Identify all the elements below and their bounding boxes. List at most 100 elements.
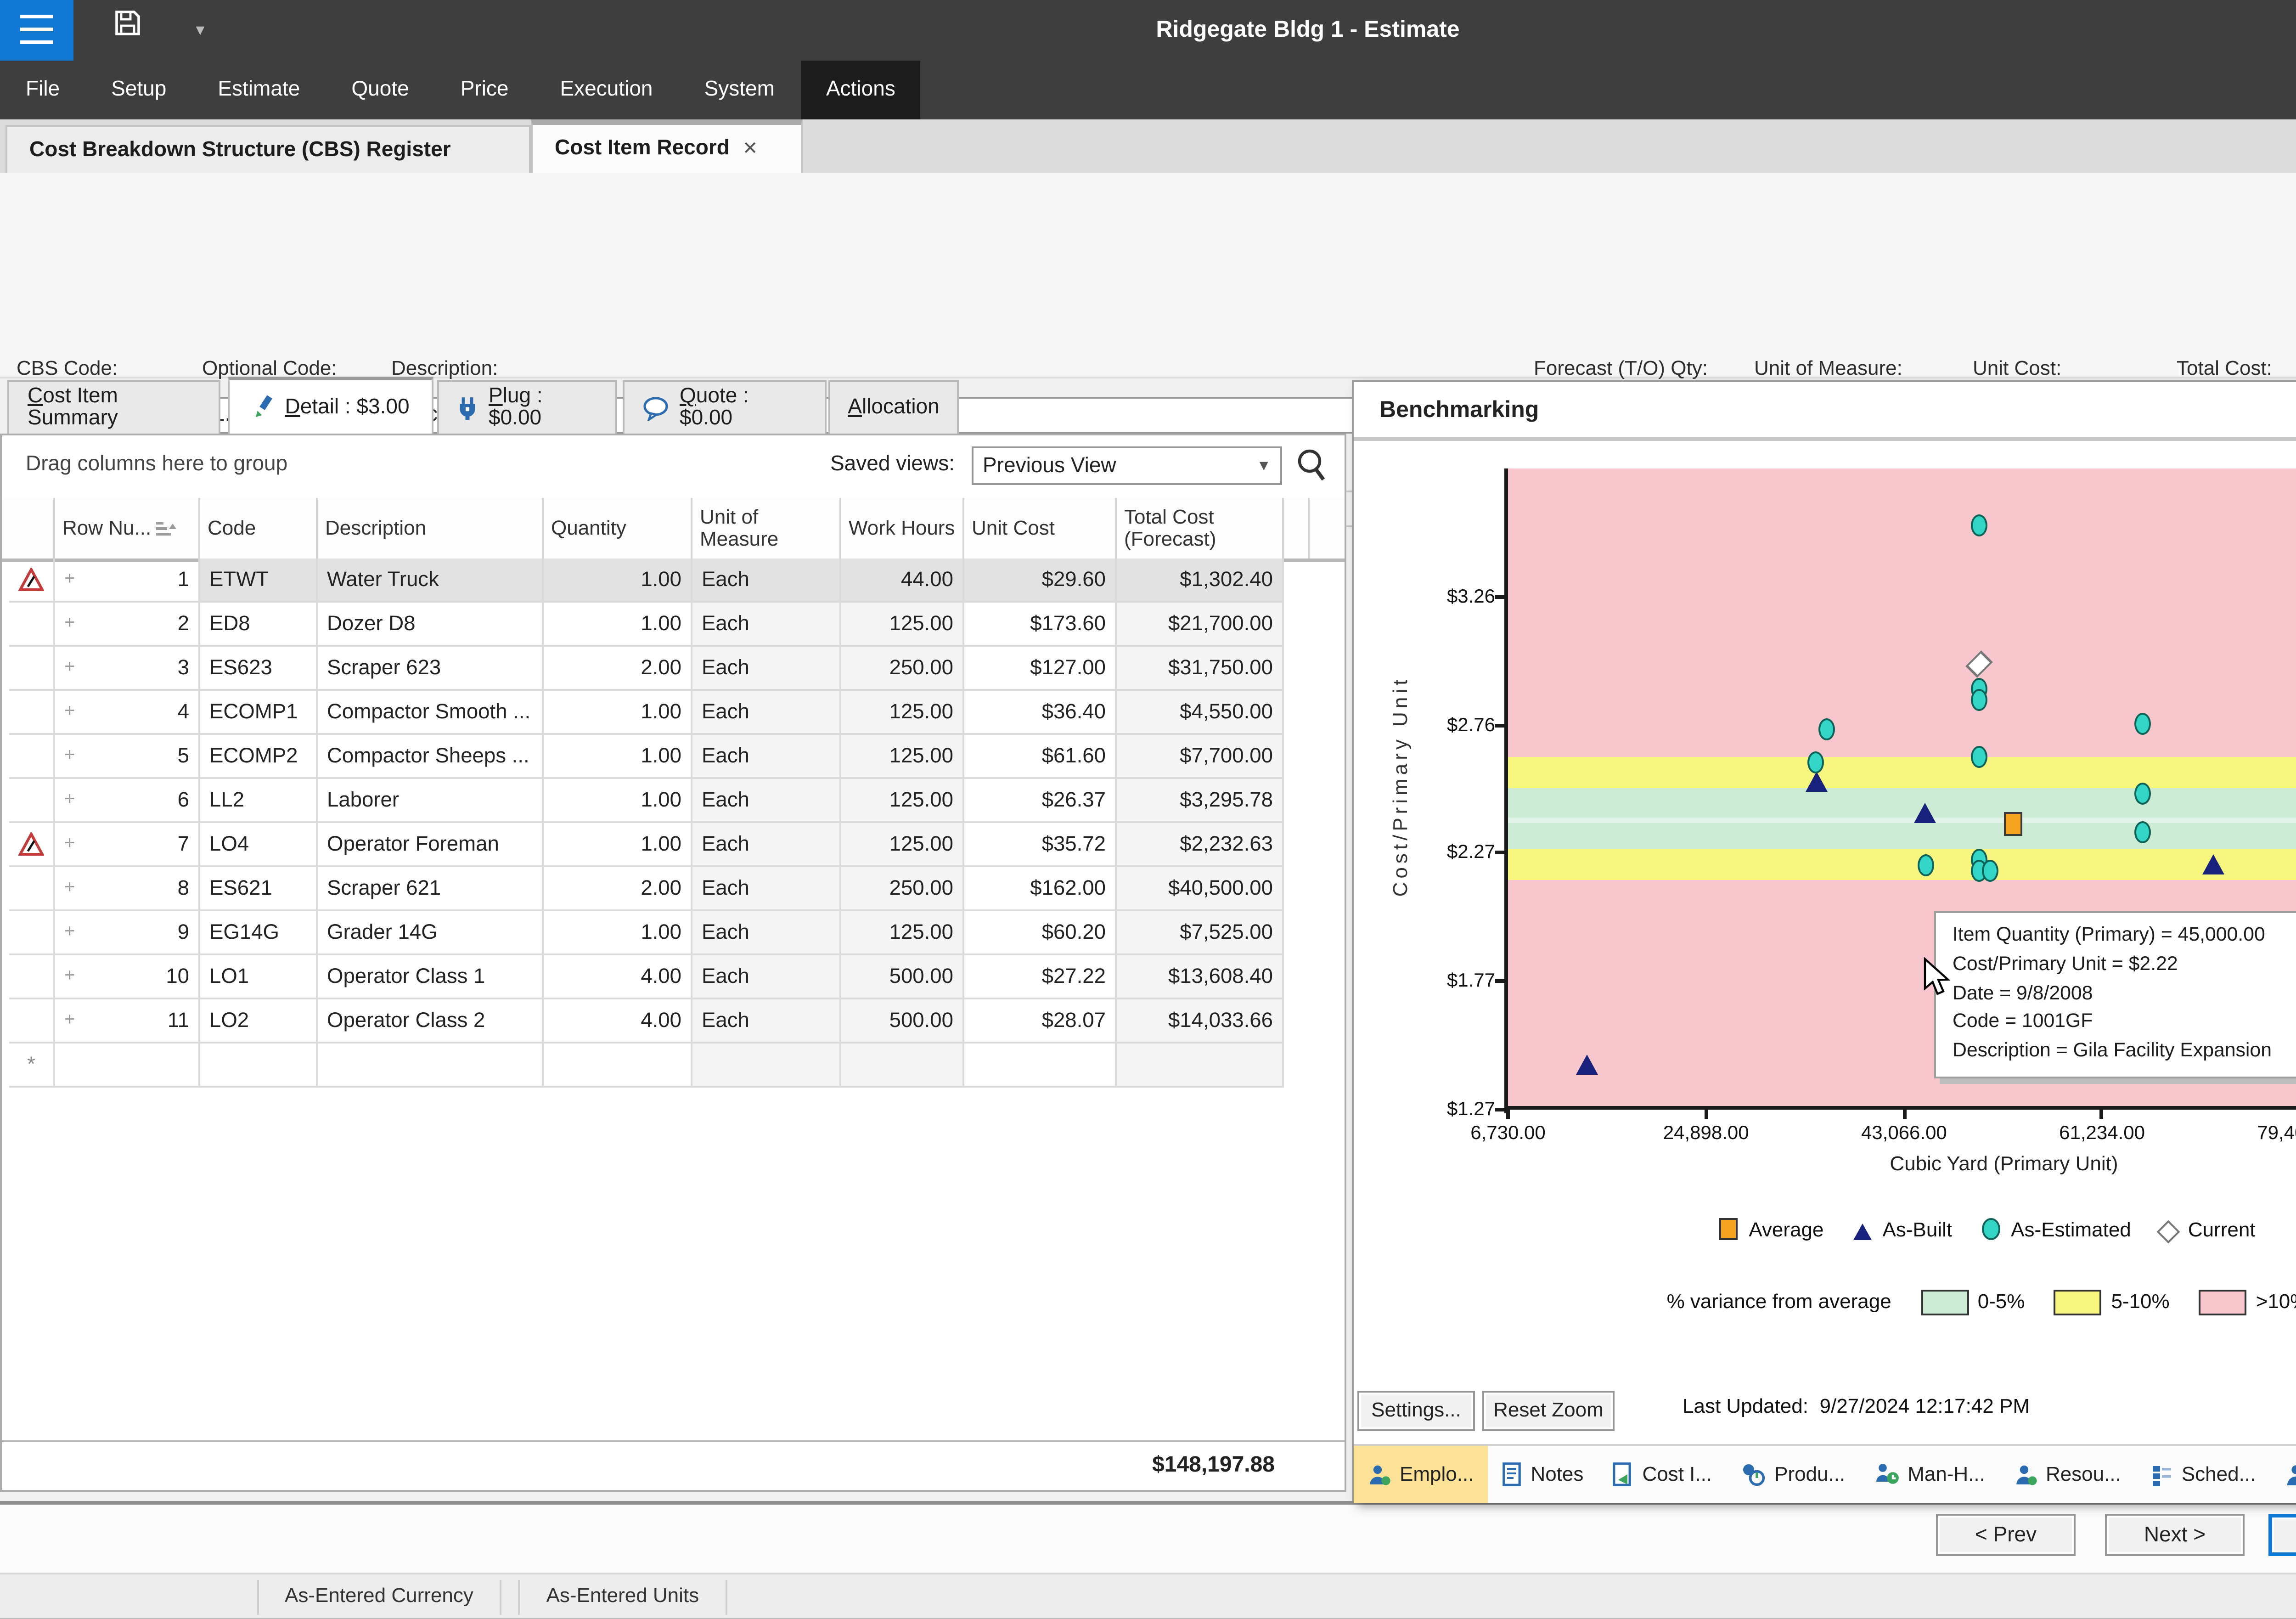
point-as-estimated[interactable]	[2135, 712, 2151, 734]
column-header-code[interactable]: Code	[200, 498, 318, 558]
column-header-unit-cost[interactable]: Unit Cost	[964, 498, 1117, 558]
empty-cell	[964, 1044, 1117, 1088]
reset-zoom-button[interactable]: Reset Zoom	[1482, 1391, 1615, 1431]
point-as-estimated[interactable]	[1819, 717, 1835, 739]
bench-tab-emplo[interactable]: Emplo...	[1354, 1446, 1488, 1503]
save-icon[interactable]	[96, 0, 158, 61]
menu-item-quote[interactable]: Quote	[326, 61, 434, 119]
bench-tab-notes[interactable]: Notes	[1488, 1446, 1598, 1503]
tab-allocation[interactable]: Allocation	[828, 380, 959, 434]
unit-cost-cell: $29.60	[964, 558, 1117, 603]
search-icon[interactable]	[1295, 446, 1328, 483]
point-as-built[interactable]	[1805, 772, 1827, 792]
point-average[interactable]	[2003, 812, 2021, 836]
column-header-description[interactable]: Description	[318, 498, 544, 558]
column-header-total-cost-forecast[interactable]: Total Cost (Forecast)	[1117, 498, 1284, 558]
table-row[interactable]: +8ES621Scraper 6212.00Each250.00$162.00$…	[2, 867, 1345, 911]
bench-tab-label: Resou...	[2046, 1463, 2121, 1485]
hamburger-menu-button[interactable]	[0, 0, 73, 61]
menu-item-system[interactable]: System	[679, 61, 800, 119]
column-header-work-hours[interactable]: Work Hours	[841, 498, 964, 558]
bench-tab-manh[interactable]: Man-H...	[1860, 1446, 2000, 1503]
x-tick-label: 61,234.00	[2059, 1123, 2145, 1145]
tab-close-icon[interactable]: ✕	[743, 139, 758, 159]
menu-item-estimate[interactable]: Estimate	[192, 61, 326, 119]
table-row[interactable]: +11LO2Operator Class 24.00Each500.00$28.…	[2, 999, 1345, 1044]
table-row[interactable]: +4ECOMP1Compactor Smooth ...1.00Each125.…	[2, 691, 1345, 735]
bench-tab-userd[interactable]: User D...	[2270, 1446, 2296, 1503]
unit-of-measure-cell: Each	[692, 558, 841, 603]
benchmarking-panel: Benchmarking ✕ Cost/Primary Unit Cubic Y…	[1352, 380, 2296, 1501]
table-row[interactable]: +1ETWTWater Truck1.00Each44.00$29.60$1,3…	[2, 558, 1345, 603]
row-expander-icon[interactable]: +	[64, 834, 75, 854]
row-expander-icon[interactable]: +	[64, 878, 75, 898]
new-row[interactable]: *	[2, 1044, 1345, 1088]
point-as-estimated[interactable]	[1808, 751, 1824, 773]
tab-plug[interactable]: Plug : $0.00	[437, 380, 617, 434]
status-segment-units[interactable]: As-Entered Units	[519, 1580, 727, 1615]
table-row[interactable]: +3ES623Scraper 6232.00Each250.00$127.00$…	[2, 647, 1345, 691]
x-tick-label: 24,898.00	[1663, 1123, 1749, 1145]
table-row[interactable]: +2ED8Dozer D81.00Each125.00$173.60$21,70…	[2, 603, 1345, 647]
row-expander-icon[interactable]: +	[64, 570, 75, 590]
column-header-row-nu[interactable]: Row Nu...	[55, 498, 200, 558]
work-hours-cell: 500.00	[841, 955, 964, 999]
menu-item-file[interactable]: File	[0, 61, 85, 119]
table-row[interactable]: +10LO1Operator Class 14.00Each500.00$27.…	[2, 955, 1345, 999]
tab-detail[interactable]: Detail : $3.00	[228, 377, 433, 434]
table-row[interactable]: +9EG14GGrader 14G1.00Each125.00$60.20$7,…	[2, 911, 1345, 955]
next-button[interactable]: Next >	[2105, 1514, 2245, 1556]
point-as-estimated[interactable]	[1971, 514, 1988, 536]
row-expander-icon[interactable]: +	[64, 966, 75, 987]
point-as-estimated[interactable]	[1971, 689, 1988, 711]
empty-cell	[544, 1044, 692, 1088]
x-tick-label: 6,730.00	[1470, 1123, 1546, 1145]
menu-item-execution[interactable]: Execution	[535, 61, 679, 119]
row-expander-icon[interactable]: +	[64, 658, 75, 678]
table-header[interactable]: Row Nu...CodeDescriptionQuantityUnit of …	[2, 498, 1345, 562]
prev-button[interactable]: < Prev	[1936, 1514, 2076, 1556]
table-row[interactable]: +6LL2Laborer1.00Each125.00$26.37$3,295.7…	[2, 779, 1345, 823]
tab-quote[interactable]: Quote : $0.00	[623, 380, 827, 434]
row-indicator-cell	[9, 603, 55, 647]
point-as-built[interactable]	[1914, 802, 1936, 823]
point-current[interactable]	[1966, 650, 1993, 678]
ok-button[interactable]: OK	[2268, 1514, 2296, 1556]
new-window-icon[interactable]	[2292, 0, 2296, 61]
document-tab-cost-item-record[interactable]: Cost Item Record✕	[531, 119, 803, 173]
row-expander-icon[interactable]: +	[64, 922, 75, 942]
point-as-built[interactable]	[1576, 1055, 1598, 1075]
row-expander-icon[interactable]: +	[64, 614, 75, 634]
variance-label: 0-5%	[1978, 1292, 2025, 1314]
row-expander-icon[interactable]: +	[64, 790, 75, 810]
document-tab-cbs-register[interactable]: Cost Breakdown Structure (CBS) Register	[6, 125, 531, 173]
employee-icon	[1368, 1463, 1390, 1485]
bench-tab-costi[interactable]: Cost I...	[1598, 1446, 1727, 1503]
legend-item-as-estimated: As-Estimated	[1981, 1218, 2131, 1242]
column-header-quantity[interactable]: Quantity	[544, 498, 692, 558]
row-expander-icon[interactable]: +	[64, 702, 75, 722]
quick-access-dropdown-icon[interactable]: ▼	[169, 0, 231, 61]
saved-views-select[interactable]: Previous View▼	[972, 446, 1282, 485]
description-cell: Operator Foreman	[318, 823, 544, 867]
bench-tab-resou[interactable]: Resou...	[2000, 1446, 2136, 1503]
menu-item-setup[interactable]: Setup	[85, 61, 192, 119]
bench-tab-sched[interactable]: Sched...	[2136, 1446, 2270, 1503]
row-indicator-cell	[9, 867, 55, 911]
menu-item-actions[interactable]: Actions	[800, 61, 921, 119]
table-row[interactable]: +5ECOMP2Compactor Sheeps ...1.00Each125.…	[2, 735, 1345, 779]
column-header-unit-of-measure[interactable]: Unit of Measure	[692, 498, 841, 558]
row-expander-icon[interactable]: +	[64, 746, 75, 766]
menu-item-price[interactable]: Price	[435, 61, 535, 119]
group-by-bar[interactable]: Drag columns here to group Saved views: …	[2, 435, 1345, 500]
status-segment-currency[interactable]: As-Entered Currency	[257, 1580, 501, 1615]
tab-label: Plug : $0.00	[489, 386, 597, 430]
row-expander-icon[interactable]: +	[64, 1010, 75, 1031]
settings-button[interactable]: Settings...	[1357, 1391, 1475, 1431]
description-cell: Scraper 623	[318, 647, 544, 691]
tab-cost[interactable]: Cost Item Summary	[7, 380, 220, 434]
total-cost-cell: $40,500.00	[1117, 867, 1284, 911]
bench-tab-produ[interactable]: Produ...	[1727, 1446, 1860, 1503]
table-row[interactable]: +7LO4Operator Foreman1.00Each125.00$35.7…	[2, 823, 1345, 867]
point-as-built[interactable]	[2203, 854, 2225, 874]
